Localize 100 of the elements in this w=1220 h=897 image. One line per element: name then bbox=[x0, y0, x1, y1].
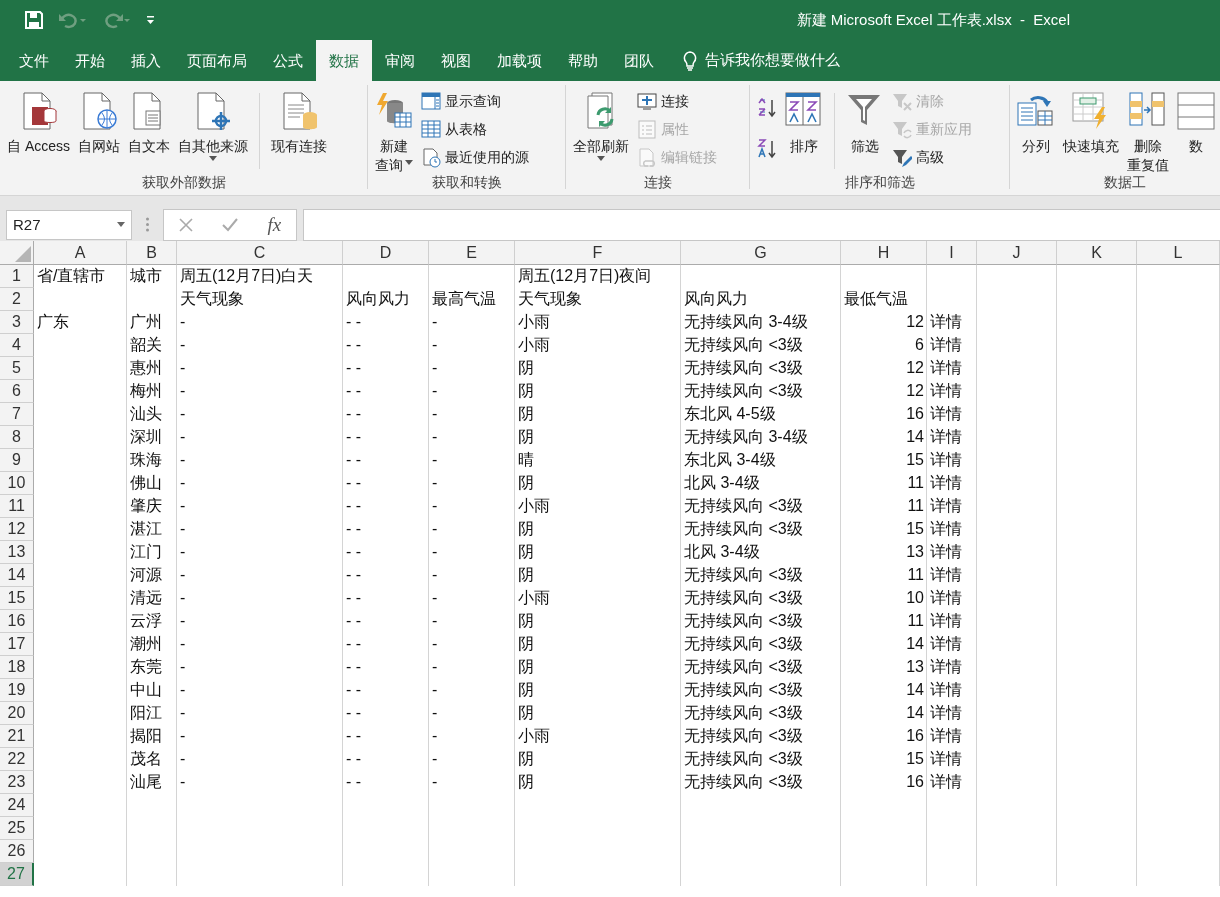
column-header[interactable]: D bbox=[343, 241, 429, 265]
customize-caret-icon[interactable] bbox=[146, 13, 156, 27]
ribbon-tab[interactable]: 公式 bbox=[260, 40, 316, 81]
row-header[interactable]: 12 bbox=[0, 518, 34, 541]
table-cell-text: 详情 bbox=[929, 542, 963, 562]
row-header[interactable]: 8 bbox=[0, 426, 34, 449]
ribbon-button[interactable]: 数 bbox=[1174, 89, 1218, 173]
web-page-icon bbox=[80, 91, 118, 131]
ribbon-button[interactable]: 分列 bbox=[1014, 89, 1058, 173]
row-header[interactable]: 17 bbox=[0, 633, 34, 656]
ribbon-button[interactable]: 全部刷新 bbox=[570, 89, 632, 173]
ribbon-button[interactable]: 最近使用的源 bbox=[418, 145, 532, 170]
formula-input[interactable] bbox=[303, 208, 1220, 241]
ribbon-tab[interactable]: 视图 bbox=[428, 40, 484, 81]
row-header[interactable]: 21 bbox=[0, 725, 34, 748]
ribbon-tab[interactable]: 团队 bbox=[611, 40, 667, 81]
column-header[interactable]: E bbox=[429, 241, 515, 265]
table-cell-text: 16 bbox=[905, 772, 925, 792]
table-cell-text: 最高气温 bbox=[431, 289, 497, 309]
column-header[interactable]: G bbox=[681, 241, 841, 265]
ribbon-tab[interactable]: 帮助 bbox=[555, 40, 611, 81]
insert-function-button[interactable]: fx bbox=[267, 213, 282, 236]
column-header[interactable]: A bbox=[34, 241, 127, 265]
table-cell-text: 潮州 bbox=[129, 634, 163, 654]
table-cell-text: 无持续风向 <3级 bbox=[683, 335, 804, 355]
row-header[interactable]: 22 bbox=[0, 748, 34, 771]
table-cell-text: - - bbox=[345, 312, 363, 332]
column-header[interactable]: F bbox=[515, 241, 681, 265]
ribbon-button[interactable]: 自其他来源 bbox=[175, 89, 251, 173]
table-cell-text: 详情 bbox=[929, 726, 963, 746]
table-cell-text: - - bbox=[345, 381, 363, 401]
ribbon-button[interactable]: 自网站 bbox=[75, 89, 123, 173]
row-header[interactable]: 25 bbox=[0, 817, 34, 840]
table-cell-text: 阴 bbox=[517, 565, 535, 585]
row-header[interactable]: 1 bbox=[0, 265, 34, 288]
ribbon-button[interactable]: 快速填充 bbox=[1060, 89, 1122, 173]
row-header[interactable]: 5 bbox=[0, 357, 34, 380]
column-header[interactable]: K bbox=[1057, 241, 1137, 265]
tell-me-search[interactable]: 告诉我你想要做什么 bbox=[705, 51, 840, 70]
ribbon-tab[interactable]: 页面布局 bbox=[174, 40, 260, 81]
select-all-icon[interactable] bbox=[15, 246, 31, 262]
row-header[interactable]: 27 bbox=[0, 863, 34, 886]
ribbon-button[interactable]: 显示查询 bbox=[418, 89, 532, 114]
row-header[interactable]: 11 bbox=[0, 495, 34, 518]
ribbon-button[interactable]: 新建 查询 bbox=[372, 89, 416, 173]
ribbon-button[interactable]: 现有连接 bbox=[268, 89, 330, 173]
table-cell-text: 阴 bbox=[517, 542, 535, 562]
row-header[interactable]: 7 bbox=[0, 403, 34, 426]
name-box[interactable]: R27 bbox=[6, 209, 132, 240]
ribbon-tab[interactable]: 开始 bbox=[62, 40, 118, 81]
table-cell-text: 北风 3-4级 bbox=[683, 473, 761, 493]
cancel-icon[interactable] bbox=[178, 217, 193, 232]
column-header[interactable]: I bbox=[927, 241, 977, 265]
row-header[interactable]: 10 bbox=[0, 472, 34, 495]
row-header[interactable]: 9 bbox=[0, 449, 34, 472]
row-header[interactable]: 23 bbox=[0, 771, 34, 794]
row-header[interactable]: 20 bbox=[0, 702, 34, 725]
row-header[interactable]: 4 bbox=[0, 334, 34, 357]
table-cell-text: 无持续风向 <3级 bbox=[683, 680, 804, 700]
ribbon-tab[interactable]: 文件 bbox=[6, 40, 62, 81]
row-header[interactable]: 18 bbox=[0, 656, 34, 679]
table-cell-text: 阴 bbox=[517, 772, 535, 792]
row-header[interactable]: 13 bbox=[0, 541, 34, 564]
table-cell-text: - bbox=[179, 427, 187, 447]
row-header[interactable]: 24 bbox=[0, 794, 34, 817]
ribbon-button[interactable]: 高级 bbox=[889, 145, 975, 170]
table-cell-text: - bbox=[431, 519, 439, 539]
column-header[interactable]: L bbox=[1137, 241, 1220, 265]
ribbon-tab[interactable]: 插入 bbox=[118, 40, 174, 81]
table-cell-text: - bbox=[431, 381, 439, 401]
ribbon-tab[interactable]: 数据 bbox=[316, 40, 372, 81]
ribbon-button[interactable]: 自文本 bbox=[125, 89, 173, 173]
ribbon-tab[interactable]: 加载项 bbox=[484, 40, 555, 81]
column-header[interactable]: C bbox=[177, 241, 343, 265]
column-header[interactable]: B bbox=[127, 241, 177, 265]
ribbon-button[interactable]: 连接 bbox=[634, 89, 720, 114]
ribbon-button[interactable]: 自 Access bbox=[4, 89, 73, 173]
column-header[interactable]: J bbox=[977, 241, 1057, 265]
table-cell-text: 无持续风向 <3级 bbox=[683, 519, 804, 539]
row-header[interactable]: 16 bbox=[0, 610, 34, 633]
ribbon-tab[interactable]: 审阅 bbox=[372, 40, 428, 81]
table-cell-text: - - bbox=[345, 726, 363, 746]
query-pane-icon bbox=[421, 91, 441, 112]
save-icon[interactable] bbox=[24, 10, 44, 30]
row-header[interactable]: 3 bbox=[0, 311, 34, 334]
row-header[interactable]: 26 bbox=[0, 840, 34, 863]
column-header[interactable]: H bbox=[841, 241, 927, 265]
ribbon-button[interactable]: 筛选 bbox=[843, 89, 887, 173]
ribbon-button[interactable]: 删除 重复值 bbox=[1124, 89, 1172, 173]
checkmark-icon[interactable] bbox=[222, 217, 239, 232]
row-header[interactable]: 15 bbox=[0, 587, 34, 610]
row-header[interactable]: 6 bbox=[0, 380, 34, 403]
ribbon-button[interactable]: 从表格 bbox=[418, 117, 532, 142]
row-header[interactable]: 19 bbox=[0, 679, 34, 702]
row-header[interactable]: 14 bbox=[0, 564, 34, 587]
ribbon-button[interactable]: 排序 bbox=[782, 89, 826, 173]
table-cell-text: 深圳 bbox=[129, 427, 163, 447]
row-header[interactable]: 2 bbox=[0, 288, 34, 311]
table-cell-text: - bbox=[179, 542, 187, 562]
table-cell-text: 阴 bbox=[517, 749, 535, 769]
